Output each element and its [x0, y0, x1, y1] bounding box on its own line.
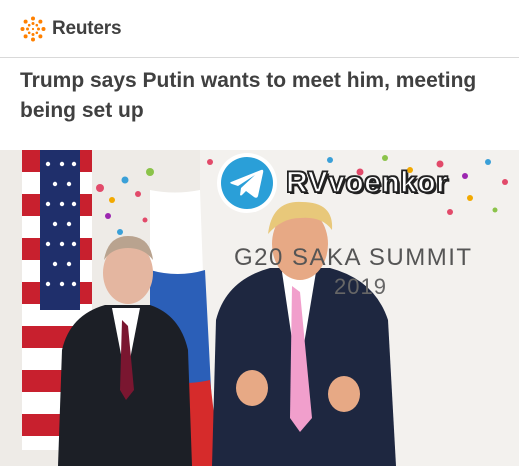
- telegram-icon: [217, 153, 277, 213]
- reuters-dots-icon: [20, 16, 46, 42]
- watermark-text: RVvoenkor: [285, 165, 449, 200]
- summit-backdrop-text: G20 SAKA SUMMIT: [234, 244, 473, 271]
- logo-text: Reuters: [52, 18, 122, 39]
- summit-backdrop-year: 2019: [334, 274, 387, 299]
- page: Reuters Trump says Putin wants to meet h…: [0, 0, 519, 466]
- channel-watermark[interactable]: RVvoenkor: [216, 152, 449, 214]
- article-photo[interactable]: G20 SAKA SUMMIT 2019 RVvoenkor: [0, 150, 519, 466]
- reuters-logo[interactable]: Reuters: [20, 16, 122, 42]
- site-header: Reuters: [0, 0, 519, 58]
- article-headline[interactable]: Trump says Putin wants to meet him, meet…: [20, 66, 500, 126]
